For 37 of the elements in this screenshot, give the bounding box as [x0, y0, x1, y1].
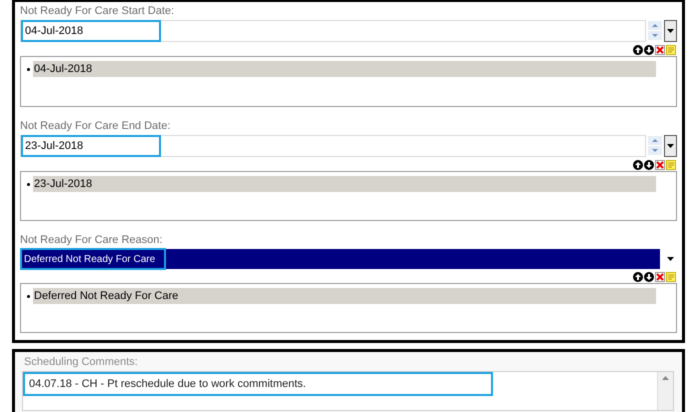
field-value: Deferred Not Ready For Care — [20, 248, 166, 270]
caret-icon[interactable] — [664, 256, 677, 262]
scrollbar[interactable] — [657, 372, 673, 410]
date-field[interactable]: 23-Jul-2018 — [20, 135, 646, 157]
list-item[interactable]: 23-Jul-2018 — [33, 176, 656, 192]
field-label: Not Ready For Care Reason: — [20, 233, 164, 247]
list-item[interactable]: 04-Jul-2018 — [33, 61, 656, 77]
move-down-icon[interactable] — [644, 272, 654, 282]
field-value: 04-Jul-2018 — [21, 20, 161, 42]
bullet-icon — [27, 294, 30, 298]
field-label: Scheduling Comments: — [24, 355, 139, 369]
list-item[interactable]: Deferred Not Ready For Care — [33, 288, 656, 304]
move-down-icon[interactable] — [644, 45, 654, 55]
move-up-icon[interactable] — [633, 160, 643, 170]
move-up-icon[interactable] — [633, 272, 643, 282]
caret-icon — [667, 144, 674, 148]
reason-dropdown[interactable]: Deferred Not Ready For Care — [20, 249, 660, 269]
field-label: Not Ready For Care End Date: — [20, 119, 172, 133]
dropdown-button[interactable] — [664, 20, 677, 42]
date-field[interactable]: 04-Jul-2018 — [20, 20, 646, 42]
delete-icon[interactable] — [655, 45, 665, 55]
bullet-icon — [27, 182, 30, 186]
field-value: 23-Jul-2018 — [21, 135, 161, 157]
note-icon[interactable] — [666, 272, 676, 282]
dropdown-button[interactable] — [664, 135, 677, 157]
note-icon[interactable] — [666, 45, 676, 55]
bullet-icon — [27, 68, 30, 70]
move-down-icon[interactable] — [644, 160, 654, 170]
caret-icon — [667, 29, 674, 33]
field-label: Not Ready For Care Start Date: — [20, 4, 176, 18]
comments-field[interactable]: 04.07.18 - CH - Pt reschedule due to work commitments. — [22, 371, 674, 411]
move-up-icon[interactable] — [633, 45, 643, 55]
scroll-up-icon[interactable] — [662, 376, 669, 380]
note-icon[interactable] — [666, 160, 676, 170]
delete-icon[interactable] — [655, 160, 665, 170]
delete-icon[interactable] — [655, 272, 665, 282]
field-value: 04.07.18 - CH - Pt reschedule due to work commitments. — [23, 372, 493, 396]
